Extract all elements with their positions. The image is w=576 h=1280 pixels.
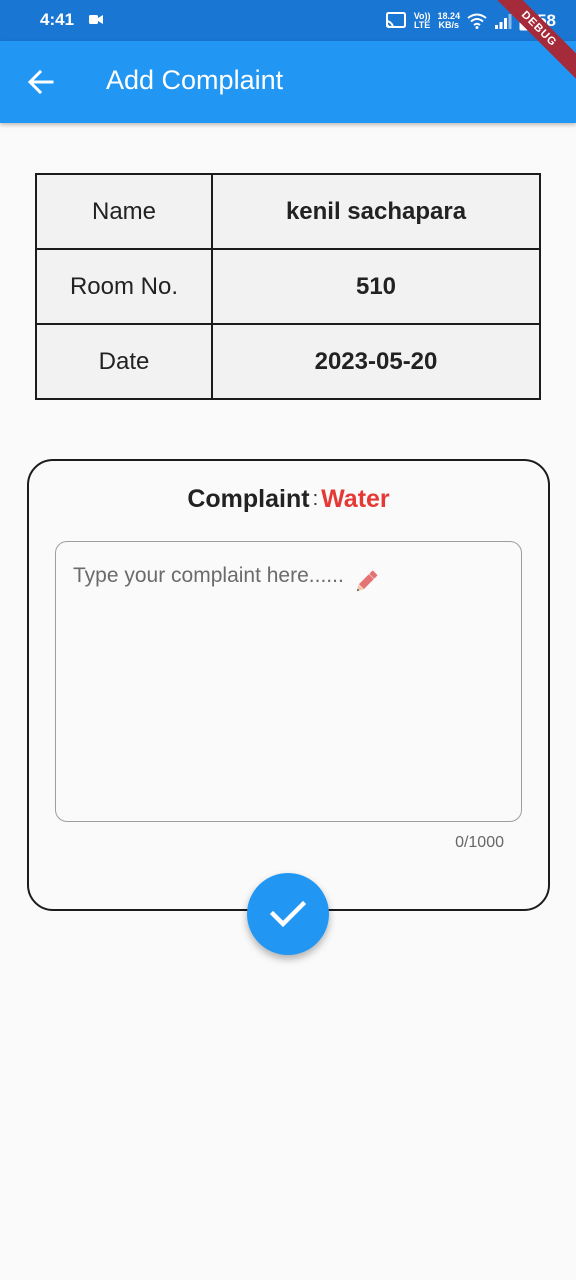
table-row: Date 2023-05-20 <box>35 323 541 400</box>
cast-icon <box>385 12 406 29</box>
room-label: Room No. <box>35 248 213 325</box>
signal-icon <box>495 14 512 29</box>
table-row: Name kenil sachapara <box>35 173 541 250</box>
name-value: kenil sachapara <box>211 173 541 250</box>
complaint-card: Complaint:Water 0/1000 <box>27 459 550 911</box>
check-icon <box>270 900 306 928</box>
status-time: 4:41 <box>40 10 75 29</box>
page-title: Add Complaint <box>106 65 284 95</box>
wifi-icon <box>467 13 487 29</box>
character-counter: 0/1000 <box>455 834 504 851</box>
date-value: 2023-05-20 <box>211 323 541 400</box>
student-info-table: Name kenil sachapara Room No. 510 Date 2… <box>35 173 541 400</box>
complaint-input-box <box>55 541 522 822</box>
name-label: Name <box>35 173 213 250</box>
complaint-type: Water <box>321 485 390 513</box>
video-camera-icon <box>89 15 103 24</box>
room-value: 510 <box>211 248 541 325</box>
date-label: Date <box>35 323 213 400</box>
complaint-heading: Complaint: Water <box>29 485 548 514</box>
complaint-input[interactable] <box>73 564 503 804</box>
table-row: Room No. 510 <box>35 248 541 325</box>
back-button[interactable] <box>22 63 60 101</box>
network-speed: 18.24 KB/s <box>437 11 461 30</box>
arrow-left-icon <box>28 70 54 94</box>
complaint-heading-label: Complaint <box>187 485 310 513</box>
volte-indicator: Vo)) LTE <box>413 11 431 30</box>
app-bar: Add Complaint <box>0 41 576 123</box>
submit-button[interactable] <box>247 873 329 955</box>
pencil-icon <box>356 570 378 592</box>
complaint-heading-separator: : <box>312 488 319 510</box>
status-bar: 4:41 Vo)) LTE 18.24 KB/s 58 <box>0 0 576 41</box>
